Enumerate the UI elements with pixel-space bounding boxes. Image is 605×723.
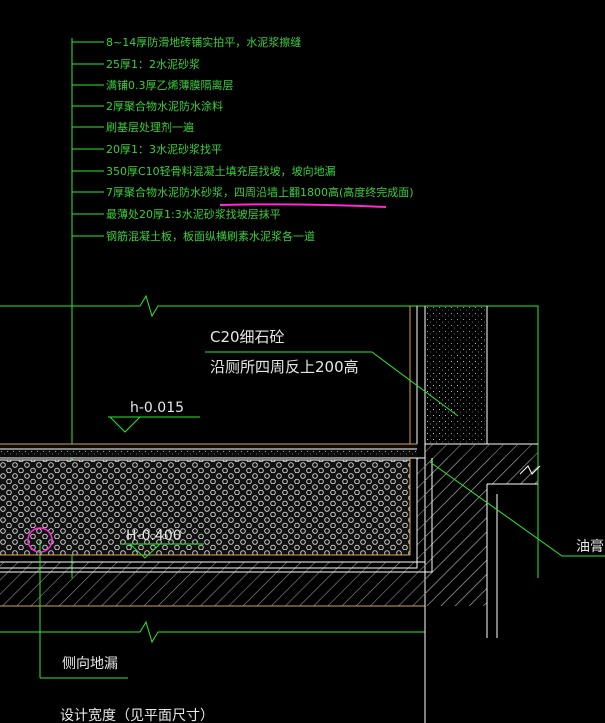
elevation-top: h-0.015: [108, 400, 200, 433]
c20-label-line2: 沿厕所四周反上200高: [210, 358, 359, 376]
c20-label-line1: C20细石砼: [210, 328, 285, 346]
cad-drawing: 8~14厚防滑地砖铺实拍平，水泥浆擦缝 25厚1：2水泥砂浆 满铺0.3厚乙烯薄…: [0, 35, 605, 723]
finish-layers: [0, 443, 425, 459]
layer-notes: 8~14厚防滑地砖铺实拍平，水泥浆擦缝 25厚1：2水泥砂浆 满铺0.3厚乙烯薄…: [72, 35, 414, 243]
grease-label: 油膏: [576, 538, 604, 555]
note-9: 最薄处20厚1:3水泥砂浆找坡层抹平: [106, 207, 281, 221]
note-8-highlight-underline: [219, 203, 387, 208]
note-4: 2厚聚合物水泥防水涂料: [106, 99, 223, 113]
note-5: 刷基层处理剂一遍: [106, 120, 194, 134]
note-1: 8~14厚防滑地砖铺实拍平，水泥浆擦缝: [106, 35, 301, 49]
note-6: 20厚1：3水泥砂浆找平: [106, 142, 222, 156]
note-2: 25厚1：2水泥砂浆: [106, 57, 200, 71]
insulation-fill-layer: [0, 460, 410, 555]
note-7: 350厚C10轻骨料混凝土填充层找坡，坡向地漏: [106, 164, 336, 178]
bottom-break-line: [0, 620, 425, 644]
note-3: 满铺0.3厚乙烯薄膜隔离层: [106, 78, 234, 92]
note-10: 钢筋混凝土板，板面纵横刷素水泥浆各一道: [106, 229, 315, 243]
elevation-bottom-text: H-0.400: [126, 528, 182, 544]
elevation-top-text: h-0.015: [130, 400, 184, 416]
note-8: 7厚聚合物水泥防水砂浆，四周沿墙上翻1800高(高度终完成面): [106, 185, 414, 199]
side-drain-label: 侧向地漏: [62, 656, 118, 672]
design-width-label: 设计宽度（见平面尺寸）: [60, 707, 214, 723]
